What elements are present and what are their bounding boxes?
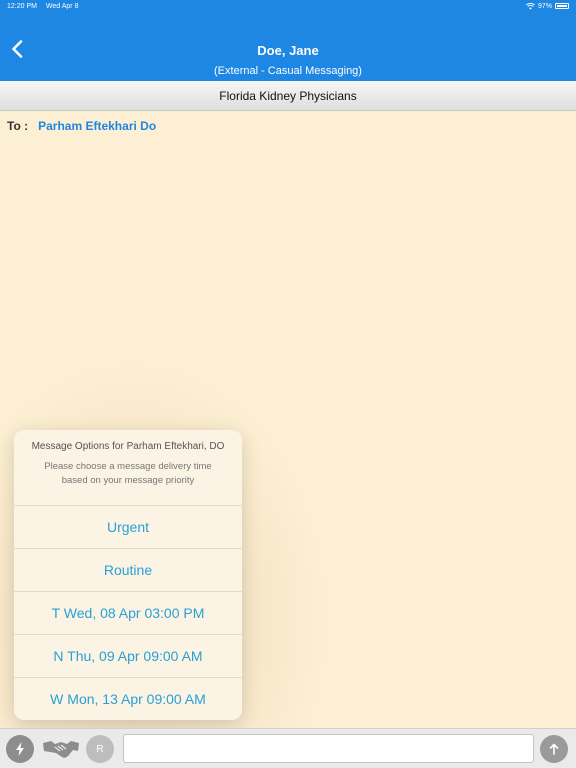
popover-header: Message Options for Parham Eftekhari, DO… bbox=[14, 430, 242, 505]
contact-name: Doe, Jane bbox=[257, 43, 319, 58]
to-label: To : bbox=[7, 119, 29, 133]
option-next-day[interactable]: N Thu, 09 Apr 09:00 AM bbox=[14, 634, 242, 677]
to-row: To : Parham Eftekhari Do bbox=[7, 119, 156, 133]
compose-toolbar: R bbox=[0, 728, 576, 768]
option-routine[interactable]: Routine bbox=[14, 548, 242, 591]
popover-title: Message Options for Parham Eftekhari, DO bbox=[31, 441, 225, 452]
status-left: 12:20 PM Wed Apr 8 bbox=[7, 3, 85, 10]
read-receipt-button[interactable]: R bbox=[86, 735, 114, 763]
quick-action-button[interactable] bbox=[6, 735, 34, 763]
flash-icon bbox=[16, 742, 24, 756]
status-right: 97% bbox=[526, 2, 569, 10]
status-bar: 12:20 PM Wed Apr 8 97% bbox=[0, 0, 576, 12]
recipient-link[interactable]: Parham Eftekhari Do bbox=[38, 119, 156, 133]
status-time: 12:20 PM bbox=[7, 2, 37, 10]
send-arrow-icon bbox=[549, 743, 559, 755]
wifi-icon bbox=[526, 2, 535, 10]
handshake-icon[interactable] bbox=[42, 737, 80, 761]
option-next-week[interactable]: W Mon, 13 Apr 09:00 AM bbox=[14, 677, 242, 720]
organization-bar: Florida Kidney Physicians bbox=[0, 81, 576, 111]
battery-icon bbox=[555, 3, 569, 9]
status-date: Wed Apr 8 bbox=[45, 2, 79, 10]
message-input[interactable] bbox=[123, 734, 534, 763]
option-today[interactable]: T Wed, 08 Apr 03:00 PM bbox=[14, 591, 242, 634]
popover-message: Please choose a message delivery time ba… bbox=[44, 461, 212, 486]
option-urgent[interactable]: Urgent bbox=[14, 505, 242, 548]
message-options-popover: Message Options for Parham Eftekhari, DO… bbox=[14, 430, 242, 720]
send-button[interactable] bbox=[540, 735, 568, 763]
battery-percent: 97% bbox=[537, 2, 552, 10]
navigation-bar: Doe, Jane (External - Casual Messaging) bbox=[0, 12, 576, 81]
conversation-type: (External - Casual Messaging) bbox=[214, 65, 362, 77]
